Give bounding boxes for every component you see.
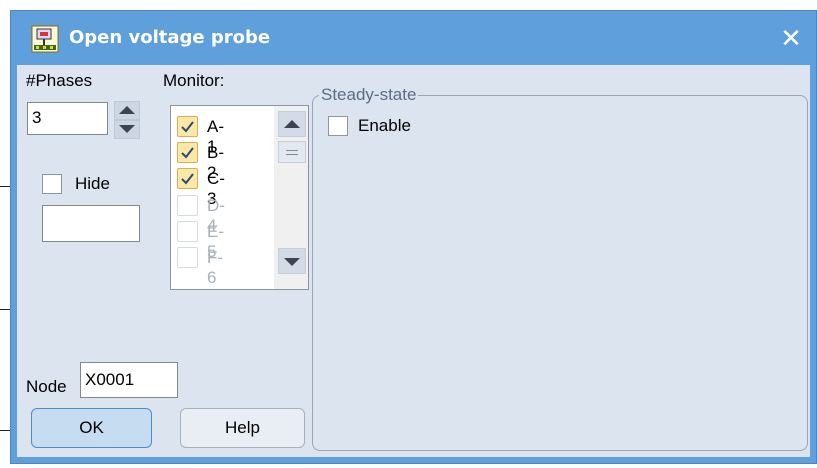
dialog-window: Open voltage probe ✕ #Phases 3 Monitor: …	[10, 10, 817, 464]
edge-tick	[0, 309, 10, 310]
steady-state-legend: Steady-state	[319, 85, 419, 105]
enable-label: Enable	[358, 116, 411, 135]
node-input[interactable]: X0001	[80, 362, 178, 398]
scroll-thumb[interactable]	[278, 141, 306, 163]
hide-label: Hide	[75, 174, 110, 193]
checkbox-disabled-icon	[177, 195, 198, 216]
monitor-label: Monitor:	[163, 71, 225, 90]
monitor-item-label: F-6	[207, 248, 224, 287]
checkbox-disabled-icon	[177, 247, 198, 268]
checkbox-checked-icon[interactable]	[177, 168, 198, 189]
scroll-up-button[interactable]	[278, 111, 306, 137]
help-button[interactable]: Help	[180, 408, 305, 448]
arrow-up-icon	[119, 106, 135, 114]
scroll-down-button[interactable]	[278, 248, 306, 274]
grip-line	[286, 154, 298, 155]
steady-state-group	[312, 95, 808, 451]
node-label: Node	[26, 377, 67, 396]
probe-app-icon	[31, 25, 59, 53]
arrow-up-icon	[284, 120, 300, 128]
enable-checkbox[interactable]	[328, 116, 348, 136]
edge-tick	[0, 186, 10, 187]
monitor-list[interactable]: A-1 B-2 C-3 D-4 E-5 F-6	[170, 105, 309, 290]
phases-label: #Phases	[26, 71, 93, 90]
arrow-down-icon	[119, 125, 135, 133]
window-title: Open voltage probe	[69, 27, 271, 48]
title-bar[interactable]: Open voltage probe ✕	[11, 11, 816, 65]
phases-spin-up-button[interactable]	[114, 101, 140, 120]
hide-text-field[interactable]	[42, 205, 140, 242]
arrow-down-icon	[284, 258, 300, 266]
checkbox-disabled-icon	[177, 221, 198, 242]
dialog-client-area: #Phases 3 Monitor: A-1 B-2 C-3 D-4 E-5 F…	[17, 65, 810, 457]
edge-tick	[0, 430, 10, 431]
phases-input[interactable]: 3	[27, 102, 108, 135]
phases-spin-down-button[interactable]	[114, 120, 140, 139]
monitor-scrollbar[interactable]	[274, 106, 308, 289]
ok-button[interactable]: OK	[31, 408, 152, 448]
checkbox-checked-icon[interactable]	[177, 116, 198, 137]
close-icon[interactable]: ✕	[776, 23, 806, 53]
grip-line	[286, 150, 298, 151]
hide-checkbox[interactable]	[42, 174, 62, 194]
checkbox-checked-icon[interactable]	[177, 142, 198, 163]
